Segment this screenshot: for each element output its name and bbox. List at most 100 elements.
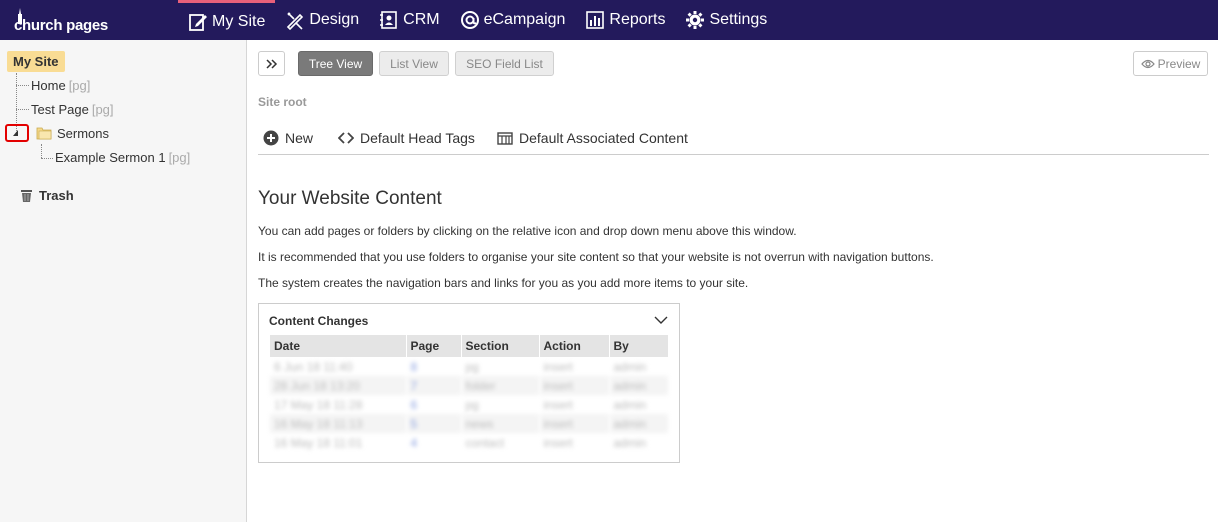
page-type-tag: [pg] [68,78,91,93]
cell-page-link[interactable]: 5 [406,414,462,433]
table-row: 17 May 18 11:28 6 pg insert admin [270,395,669,414]
cell-by: admin [609,433,669,452]
table-row: 28 Jun 18 13:20 7 folder insert admin [270,376,669,395]
tree-connector [41,144,42,158]
cell-page-link[interactable]: 7 [406,376,462,395]
info-paragraph: It is recommended that you use folders t… [258,250,934,264]
cell-date: 28 Jun 18 13:20 [270,376,407,395]
cell-section: news [461,414,540,433]
table-row: 16 May 18 11:13 5 news insert admin [270,414,669,433]
content-actions-bar: New Default Head Tags Default Associated… [258,128,1209,155]
nav-design[interactable]: Design [275,0,369,40]
nav-my-site[interactable]: My Site [178,0,276,40]
bar-chart-icon [586,11,605,29]
cell-date: 6 Jun 18 11:40 [270,357,407,376]
code-brackets-icon [338,132,354,144]
nav-settings[interactable]: Settings [675,0,777,40]
cell-date: 17 May 18 11:28 [270,395,407,414]
info-paragraph: The system creates the navigation bars a… [258,276,749,290]
cell-page-link[interactable]: 4 [406,433,462,452]
cell-action: insert [539,395,610,414]
tree-item-label: Sermons [57,126,110,141]
logo-text: church pages [14,17,108,34]
tree-item-home[interactable]: Home [pg] [31,78,90,93]
preview-button[interactable]: Preview [1133,51,1208,76]
folder-icon [36,127,52,140]
nav-label: Settings [709,11,768,28]
plus-circle-icon [263,130,279,146]
tab-seo-field-list[interactable]: SEO Field List [455,51,554,76]
pencil-ruler-icon [287,12,304,30]
main-content: Tree View List View SEO Field List Previ… [248,40,1218,522]
cell-action: insert [539,433,610,452]
default-associated-content-button[interactable]: Default Associated Content [497,130,688,146]
tree-item-test-page[interactable]: Test Page [pg] [31,102,114,117]
nav-crm[interactable]: CRM [369,0,449,40]
new-button[interactable]: New [263,130,313,146]
page-type-tag: [pg] [168,150,191,165]
cell-by: admin [609,414,669,433]
tree-item-sermons[interactable]: Sermons [57,126,109,141]
cell-page-link[interactable]: 8 [406,357,462,376]
cell-section: pg [461,395,540,414]
church-pages-logo[interactable]: church pages [12,6,122,34]
table-row: 16 May 18 11:01 4 contact insert admin [270,433,669,452]
default-head-tags-button[interactable]: Default Head Tags [338,130,475,146]
edit-icon [189,13,207,31]
associated-label: Default Associated Content [519,130,688,146]
nav-ecampaign[interactable]: eCampaign [450,0,576,40]
tree-root-my-site[interactable]: My Site [7,51,65,72]
content-changes-panel: Content Changes Date Page Section Action… [258,303,680,463]
breadcrumb: Site root [258,95,307,109]
nav-label: Design [309,11,360,28]
column-header-date[interactable]: Date [270,335,407,357]
tree-expand-toggle[interactable] [5,124,29,142]
trash-label: Trash [39,188,74,203]
nav-label: CRM [403,11,440,28]
expand-panel-button[interactable] [258,51,285,76]
nav-label: Reports [609,11,666,28]
cell-action: insert [539,414,610,433]
tab-tree-view[interactable]: Tree View [298,51,373,76]
column-header-page[interactable]: Page [406,335,462,357]
tree-item-example-sermon-1[interactable]: Example Sermon 1 [pg] [55,150,190,165]
at-sign-icon [460,11,479,29]
nav-reports[interactable]: Reports [575,0,675,40]
tree-connector [41,158,53,159]
cell-date: 16 May 18 11:13 [270,414,407,433]
cell-action: insert [539,357,610,376]
cell-by: admin [609,376,669,395]
tree-connector [16,109,29,110]
trash-icon [21,189,32,202]
expand-triangle-icon [13,130,18,136]
column-header-action[interactable]: Action [539,335,610,357]
content-changes-title: Content Changes [269,314,369,328]
cell-by: admin [609,395,669,414]
tree-item-label: Test Page [31,102,89,117]
content-changes-table: Date Page Section Action By 6 Jun 18 11:… [270,335,669,452]
tab-list-view[interactable]: List View [379,51,449,76]
preview-label: Preview [1157,56,1201,71]
cell-by: admin [609,357,669,376]
cell-action: insert [539,376,610,395]
main-nav: My Site Design CRM eCampaign Reports Set… [178,0,777,40]
column-header-by[interactable]: By [609,335,669,357]
nav-label: My Site [212,12,266,30]
cell-section: pg [461,357,540,376]
table-header-row: Date Page Section Action By [270,335,669,357]
cell-section: contact [461,433,540,452]
cell-page-link[interactable]: 6 [406,395,462,414]
head-tags-label: Default Head Tags [360,130,475,146]
chevron-down-icon[interactable] [654,316,668,325]
contacts-book-icon [380,11,397,29]
gear-icon [686,11,705,29]
page-type-tag: [pg] [91,102,114,117]
tree-connector [16,85,29,86]
section-title: Your Website Content [258,188,442,209]
tree-item-trash[interactable]: Trash [20,188,74,203]
columns-icon [497,131,513,145]
info-paragraph: You can add pages or folders by clicking… [258,224,797,238]
nav-label: eCampaign [483,11,566,28]
tree-item-label: Example Sermon 1 [55,150,166,165]
column-header-section[interactable]: Section [461,335,540,357]
